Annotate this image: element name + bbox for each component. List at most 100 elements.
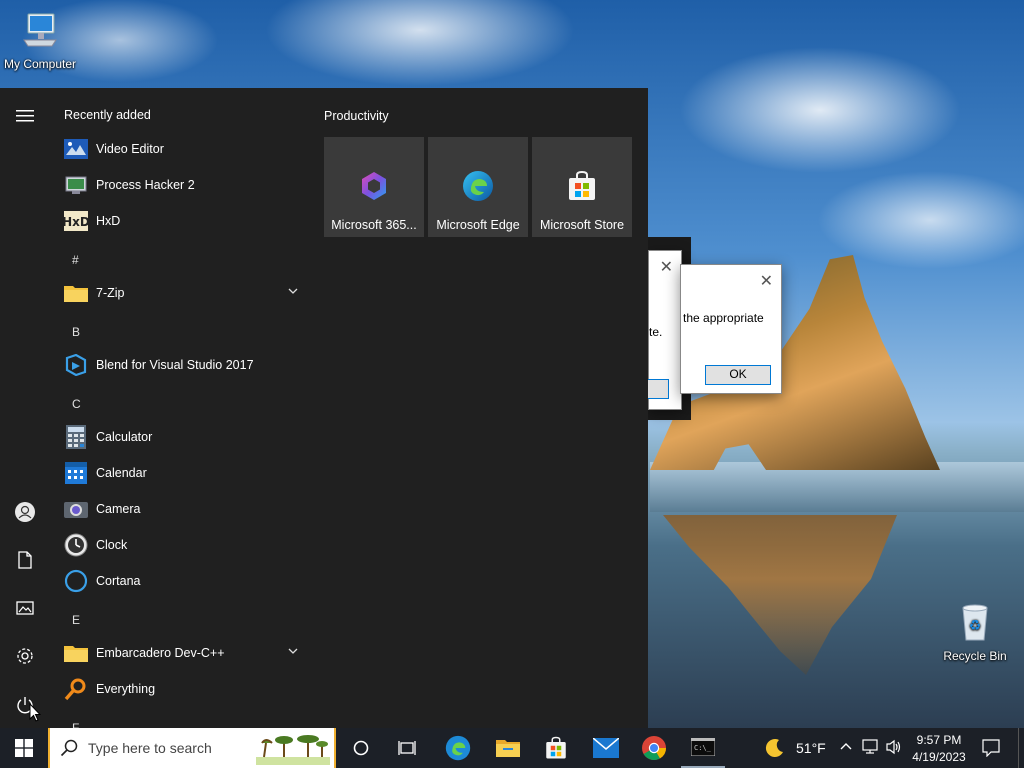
wallpaper-reflection: [663, 515, 897, 675]
folder-icon: [64, 281, 88, 305]
search-input[interactable]: [88, 740, 258, 756]
app-item-embarcadero[interactable]: Embarcadero Dev-C++: [50, 636, 308, 670]
app-item-label: Cortana: [96, 574, 141, 588]
cortana-circle-icon[interactable]: [340, 728, 382, 768]
tile-microsoft-store[interactable]: Microsoft Store: [532, 137, 632, 237]
terminal-icon[interactable]: C:\_: [681, 728, 725, 768]
app-item-label: Calendar: [96, 466, 147, 480]
app-item-label: Camera: [96, 502, 141, 516]
app-item-clock[interactable]: Clock: [50, 528, 308, 562]
tile-label: Microsoft Edge: [436, 218, 520, 232]
app-item-label: Blend for Visual Studio 2017: [96, 358, 254, 372]
desktop-icon-label: My Computer: [3, 57, 77, 71]
weather-temperature[interactable]: 51°F: [796, 740, 826, 756]
chevron-up-icon[interactable]: [840, 742, 852, 750]
blend-icon: [64, 353, 88, 377]
taskbar: C:\_ 51°F 9:57 PM 4/19/2023: [0, 728, 1024, 768]
everything-icon: [64, 677, 88, 701]
dialog-message: te.: [649, 325, 663, 339]
app-item-blend[interactable]: Blend for Visual Studio 2017: [50, 348, 308, 382]
tile-microsoft-365[interactable]: Microsoft 365...: [324, 137, 424, 237]
chevron-down-icon[interactable]: [288, 288, 298, 294]
computer-icon: [23, 13, 57, 47]
settings-icon[interactable]: [13, 644, 37, 668]
letter-header-hash[interactable]: #: [72, 253, 79, 267]
search-highlight-image-icon: [256, 735, 330, 765]
app-item-label: HxD: [96, 214, 121, 228]
app-item-everything[interactable]: Everything: [50, 672, 308, 706]
chevron-down-icon[interactable]: [288, 648, 298, 654]
search-icon: [60, 739, 78, 757]
app-item-label: 7-Zip: [96, 286, 125, 300]
show-desktop-button[interactable]: [1018, 728, 1024, 768]
app-item-video-editor[interactable]: Video Editor: [50, 132, 308, 166]
calendar-icon: [64, 461, 88, 485]
pictures-icon[interactable]: [13, 596, 37, 620]
desktop-icon-label: Recycle Bin: [943, 649, 1007, 663]
start-app-list: Recently added Video Editor Process Hack…: [50, 88, 314, 728]
productivity-heading: Productivity: [324, 109, 389, 123]
tile-label: Microsoft 365...: [331, 218, 417, 232]
documents-icon[interactable]: [13, 548, 37, 572]
dialog-message: the appropriate: [683, 311, 764, 325]
edge-icon[interactable]: [436, 728, 480, 768]
letter-header-f[interactable]: F: [72, 721, 79, 728]
store-icon[interactable]: [534, 728, 578, 768]
folder-icon: [64, 641, 88, 665]
taskbar-search-box[interactable]: [48, 728, 336, 768]
app-item-label: Video Editor: [96, 142, 164, 156]
clock-icon: [64, 533, 88, 557]
app-item-camera[interactable]: Camera: [50, 492, 308, 526]
ok-button[interactable]: OK: [705, 365, 771, 385]
task-view-icon[interactable]: [386, 728, 428, 768]
volume-icon[interactable]: [885, 739, 903, 755]
app-item-7zip[interactable]: 7-Zip: [50, 276, 308, 310]
app-item-process-hacker[interactable]: Process Hacker 2: [50, 168, 308, 202]
app-item-cortana[interactable]: Cortana: [50, 564, 308, 598]
store-icon: [569, 170, 595, 200]
clock-time[interactable]: 9:57 PM: [915, 733, 963, 747]
dialog-button[interactable]: [647, 379, 669, 399]
app-item-label: Calculator: [96, 430, 153, 444]
windows-logo-icon: [15, 739, 33, 757]
svg-text:♻: ♻: [969, 618, 982, 634]
start-rail: [0, 88, 50, 728]
letter-header-b[interactable]: B: [72, 325, 80, 339]
app-item-calendar[interactable]: Calendar: [50, 456, 308, 490]
user-icon[interactable]: [13, 500, 37, 524]
svg-text:HxD: HxD: [64, 215, 88, 229]
clock-date[interactable]: 4/19/2023: [909, 750, 969, 764]
close-icon[interactable]: ✕: [760, 271, 773, 291]
start-menu: Recently added Video Editor Process Hack…: [0, 88, 648, 728]
error-dialog-back: ✕ te.: [647, 250, 682, 410]
network-icon[interactable]: [862, 739, 880, 755]
edge-icon: [463, 171, 493, 201]
app-item-label: Everything: [96, 682, 156, 696]
svg-text:C:\_: C:\_: [694, 744, 712, 752]
desktop-icon-recycle-bin[interactable]: ♻ Recycle Bin: [935, 602, 1015, 663]
camera-icon: [64, 497, 88, 521]
recycle-bin-icon: ♻: [962, 604, 988, 641]
video-editor-icon: [64, 137, 88, 161]
chrome-icon[interactable]: [632, 728, 676, 768]
app-item-calculator[interactable]: Calculator: [50, 420, 308, 454]
action-center-icon[interactable]: [982, 739, 1000, 757]
mail-icon[interactable]: [584, 728, 628, 768]
cortana-icon: [64, 569, 88, 593]
start-button[interactable]: [0, 728, 48, 768]
letter-header-e[interactable]: E: [72, 613, 80, 627]
file-explorer-icon[interactable]: [486, 728, 530, 768]
process-hacker-icon: [64, 173, 88, 197]
desktop-icon-my-computer[interactable]: My Computer: [0, 10, 80, 71]
hamburger-menu-icon[interactable]: [13, 104, 37, 128]
close-icon[interactable]: ✕: [660, 257, 673, 277]
calculator-icon: [64, 425, 88, 449]
tile-microsoft-edge[interactable]: Microsoft Edge: [428, 137, 528, 237]
letter-header-c[interactable]: C: [72, 397, 81, 411]
moon-weather-icon[interactable]: [765, 738, 785, 758]
app-item-label: Clock: [96, 538, 128, 552]
mouse-cursor-icon: [29, 703, 41, 722]
error-dialog-front: ✕ the appropriate OK: [680, 264, 782, 394]
app-item-hxd[interactable]: HxD HxD: [50, 204, 308, 238]
recently-added-heading: Recently added: [64, 108, 151, 122]
